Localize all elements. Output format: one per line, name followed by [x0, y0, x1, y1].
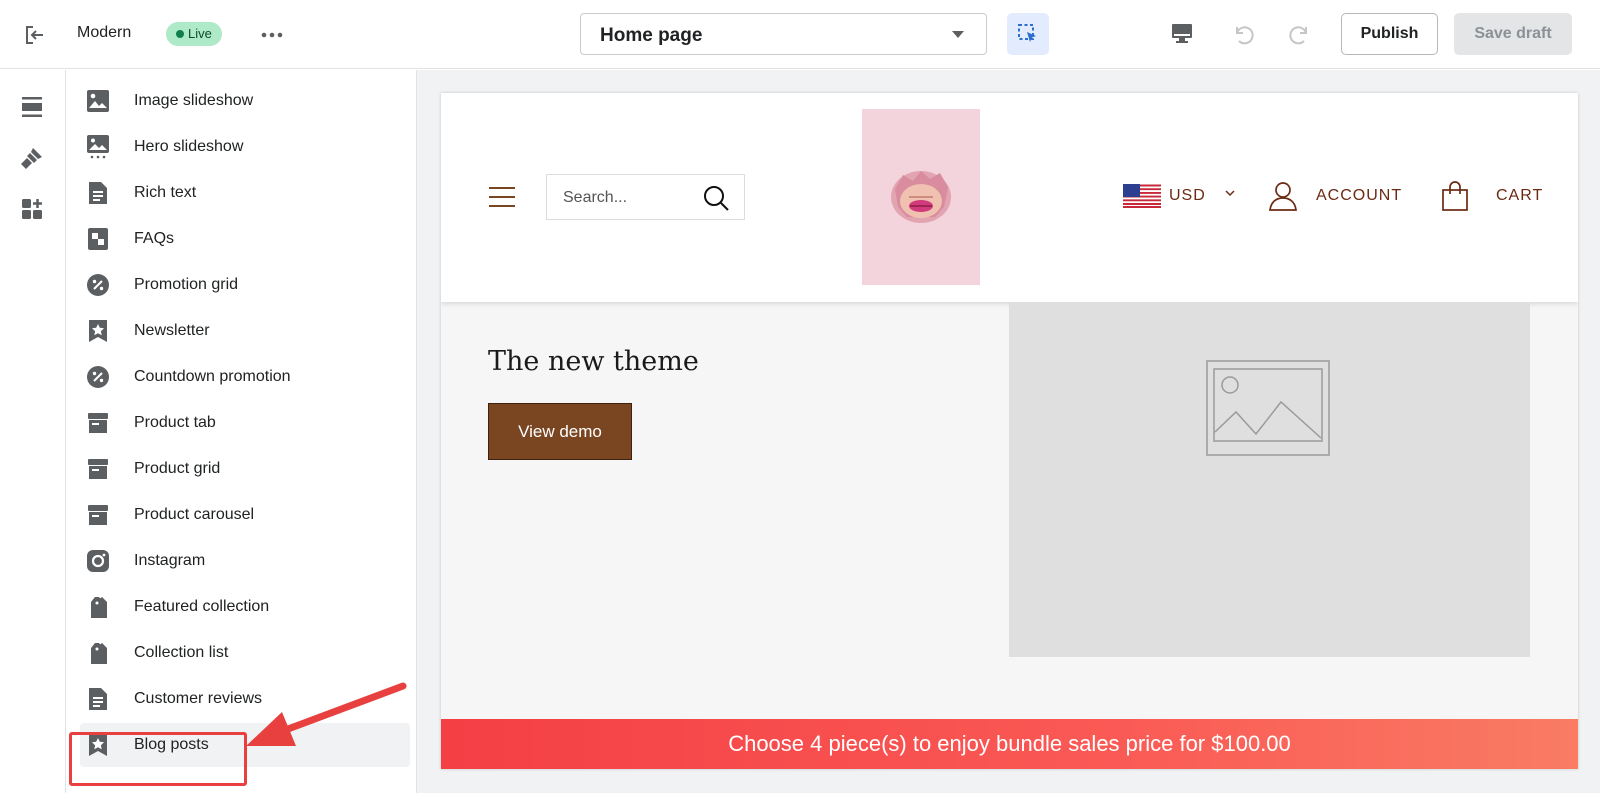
annotation-arrow-icon [246, 682, 407, 746]
editor-topbar: Modern Live Home page Publish Save draft [0, 0, 1600, 69]
save-draft-button[interactable]: Save draft [1454, 13, 1572, 55]
search-icon[interactable] [702, 184, 730, 212]
highlight-box [69, 732, 247, 786]
product-icon [86, 457, 110, 481]
section-item-label: Image slideshow [134, 92, 254, 109]
hero-title: The new theme [488, 346, 699, 377]
store-logo[interactable] [862, 109, 980, 285]
exit-icon[interactable] [22, 22, 48, 48]
section-item-countdown-promotion[interactable]: Countdown promotion [80, 355, 410, 399]
apps-icon[interactable] [19, 196, 45, 222]
us-flag-icon[interactable] [1123, 184, 1161, 208]
section-item-faqs[interactable]: FAQs [80, 217, 410, 261]
section-item-product-tab[interactable]: Product tab [80, 401, 410, 445]
product-icon [86, 411, 110, 435]
account-icon[interactable] [1268, 181, 1298, 211]
section-item-featured-collection[interactable]: Featured collection [80, 585, 410, 629]
theme-name: Modern [77, 24, 132, 41]
store-search-input[interactable]: Search... [546, 174, 745, 220]
collection-icon [86, 595, 110, 619]
store-header: Search... USD ACCOUNT CART [441, 93, 1578, 302]
redo-icon[interactable] [1287, 21, 1313, 52]
section-item-label: Promotion grid [134, 276, 239, 293]
view-demo-button[interactable]: View demo [488, 403, 632, 460]
cart-link[interactable]: CART [1496, 187, 1543, 205]
section-item-label: Hero slideshow [134, 138, 244, 155]
faq-icon [86, 227, 110, 251]
caret-down-icon [952, 31, 964, 38]
text-document-icon [86, 181, 110, 205]
section-item-label: Countdown promotion [134, 368, 291, 385]
image-icon [86, 89, 110, 113]
publish-button[interactable]: Publish [1341, 13, 1438, 55]
section-item-collection-list[interactable]: Collection list [80, 631, 410, 675]
section-item-label: Collection list [134, 644, 229, 661]
collection-icon [86, 641, 110, 665]
inspector-button[interactable] [1007, 13, 1049, 55]
product-icon [86, 503, 110, 527]
currency-selector[interactable]: USD [1169, 187, 1206, 205]
star-icon [86, 319, 110, 343]
section-item-label: Product carousel [134, 506, 255, 523]
section-item-label: Rich text [134, 184, 197, 201]
logo-image [891, 171, 951, 223]
page-selector[interactable]: Home page [580, 13, 987, 55]
search-placeholder: Search... [563, 189, 628, 206]
more-icon[interactable] [259, 22, 285, 48]
section-item-label: Featured collection [134, 598, 270, 615]
live-badge: Live [166, 22, 222, 46]
bundle-promo-banner[interactable]: Choose 4 piece(s) to enjoy bundle sales … [441, 719, 1578, 769]
sections-icon[interactable] [19, 94, 45, 120]
storefront-preview: Search... USD ACCOUNT CART The new theme… [441, 93, 1578, 769]
hero-image-placeholder [1009, 302, 1530, 657]
image-placeholder-icon [1206, 360, 1330, 456]
cart-bag-icon[interactable] [1441, 181, 1469, 211]
section-item-hero-slideshow[interactable]: Hero slideshow [80, 125, 410, 169]
discount-icon [86, 273, 110, 297]
account-link[interactable]: ACCOUNT [1316, 187, 1402, 205]
inspector-icon [1018, 24, 1036, 42]
section-item-product-grid[interactable]: Product grid [80, 447, 410, 491]
text-document-icon [86, 687, 110, 711]
page-selector-label: Home page [600, 25, 703, 46]
slideshow-icon [86, 135, 110, 159]
undo-icon[interactable] [1230, 21, 1256, 52]
section-item-promotion-grid[interactable]: Promotion grid [80, 263, 410, 307]
section-item-label: Product grid [134, 460, 221, 477]
menu-icon[interactable] [488, 186, 516, 208]
section-item-product-carousel[interactable]: Product carousel [80, 493, 410, 537]
instagram-icon [86, 549, 110, 573]
section-item-image-slideshow[interactable]: Image slideshow [80, 79, 410, 123]
desktop-icon[interactable] [1170, 21, 1194, 50]
section-item-rich-text[interactable]: Rich text [80, 171, 410, 215]
discount-icon [86, 365, 110, 389]
editor-rail [0, 70, 66, 793]
chevron-down-icon [1225, 190, 1235, 197]
theme-settings-icon[interactable] [19, 145, 45, 171]
section-item-label: Product tab [134, 414, 216, 431]
section-item-instagram[interactable]: Instagram [80, 539, 410, 583]
section-item-label: Newsletter [134, 322, 210, 339]
section-item-newsletter[interactable]: Newsletter [80, 309, 410, 353]
section-item-label: FAQs [134, 230, 175, 247]
section-item-label: Instagram [134, 552, 206, 569]
